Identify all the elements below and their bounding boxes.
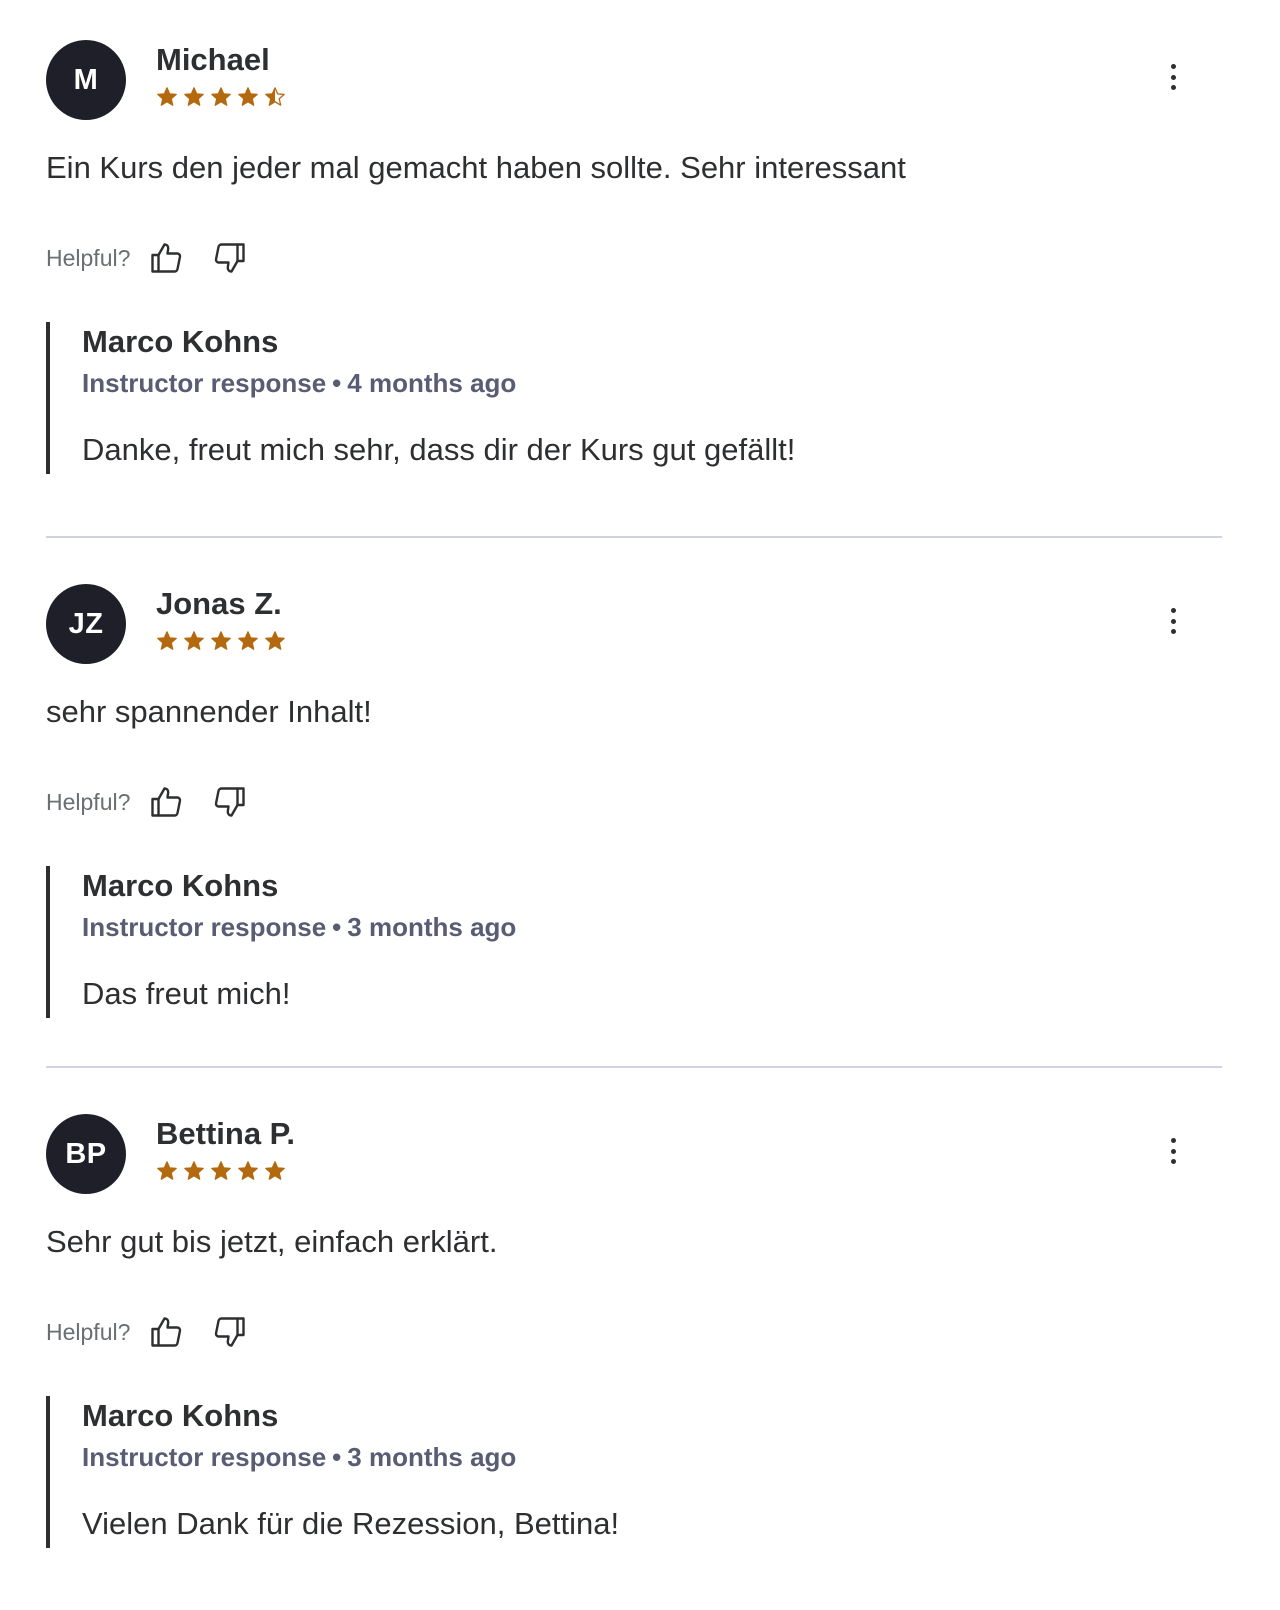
helpful-row: Helpful? [46,782,274,822]
thumbs-up-icon[interactable] [146,1312,186,1352]
response-subtitle: Instructor response • 3 months ago [82,912,1046,942]
response-label: Instructor response [82,912,327,942]
star-icon [264,86,291,108]
response-label: Instructor response [82,368,327,398]
reviewer-meta: Bettina P. [156,1114,295,1182]
response-text: Danke, freut mich sehr, dass dir der Kur… [82,432,796,467]
star-icon [210,630,237,652]
response-subtitle: Instructor response • 4 months ago [82,368,1046,398]
more-options-icon[interactable] [1158,1136,1188,1166]
review-item: M Michael Ein Kurs den jeder mal gemacht… [46,0,1222,536]
review-header: JZ Jonas Z. [46,584,291,664]
helpful-label: Helpful? [46,1318,131,1345]
star-icon [210,1160,237,1182]
response-time: 3 months ago [347,912,517,942]
star-rating [156,630,291,652]
instructor-response: Marco Kohns Instructor response • 3 months… [46,866,1046,1018]
star-icon [264,630,291,652]
response-time: 4 months ago [347,368,517,398]
avatar: JZ [46,584,126,664]
star-icon [237,86,264,108]
review-item: BP Bettina P. Sehr gut bis jetzt, einfac… [46,1066,1222,1606]
separator: • [332,1442,342,1472]
separator: • [332,912,342,942]
helpful-row: Helpful? [46,238,274,278]
thumbs-down-icon[interactable] [210,1312,250,1352]
reviewer-name: Michael [156,42,270,77]
star-icon [156,630,183,652]
response-label: Instructor response [82,1442,327,1472]
response-text: Vielen Dank für die Rezession, Bettina! [82,1506,620,1541]
star-rating [156,1160,295,1182]
separator: • [332,368,342,398]
star-icon [156,86,183,108]
instructor-name: Marco Kohns [82,1398,279,1433]
star-icon [183,1160,210,1182]
response-subtitle: Instructor response • 3 months ago [82,1442,1046,1472]
thumbs-up-icon[interactable] [146,782,186,822]
response-time: 3 months ago [347,1442,517,1472]
instructor-name: Marco Kohns [82,324,279,359]
star-icon [237,630,264,652]
thumbs-down-icon[interactable] [210,238,250,278]
review-comment: Sehr gut bis jetzt, einfach erklärt. [46,1224,498,1259]
helpful-label: Helpful? [46,788,131,815]
reviewer-name: Bettina P. [156,1116,295,1151]
star-rating [156,86,291,108]
star-icon [237,1160,264,1182]
avatar: BP [46,1114,126,1194]
instructor-name: Marco Kohns [82,868,279,903]
star-icon [156,1160,183,1182]
star-icon [210,86,237,108]
more-options-icon[interactable] [1158,606,1188,636]
thumbs-down-icon[interactable] [210,782,250,822]
review-comment: Ein Kurs den jeder mal gemacht haben sol… [46,150,906,185]
star-icon [183,630,210,652]
reviewer-name: Jonas Z. [156,586,282,621]
response-text: Das freut mich! [82,976,291,1011]
thumbs-up-icon[interactable] [146,238,186,278]
review-comment: sehr spannender Inhalt! [46,694,372,729]
review-header: M Michael [46,40,291,120]
reviews-list: M Michael Ein Kurs den jeder mal gemacht… [0,0,1280,1606]
helpful-row: Helpful? [46,1312,274,1352]
more-options-icon[interactable] [1158,62,1188,92]
instructor-response: Marco Kohns Instructor response • 4 months… [46,322,1046,474]
reviewer-meta: Michael [156,40,291,108]
instructor-response: Marco Kohns Instructor response • 3 months… [46,1396,1046,1548]
review-header: BP Bettina P. [46,1114,295,1194]
avatar: M [46,40,126,120]
helpful-label: Helpful? [46,244,131,271]
reviewer-meta: Jonas Z. [156,584,291,652]
star-icon [264,1160,291,1182]
star-icon [183,86,210,108]
review-item: JZ Jonas Z. sehr spannender Inhalt! Help… [46,536,1222,1066]
